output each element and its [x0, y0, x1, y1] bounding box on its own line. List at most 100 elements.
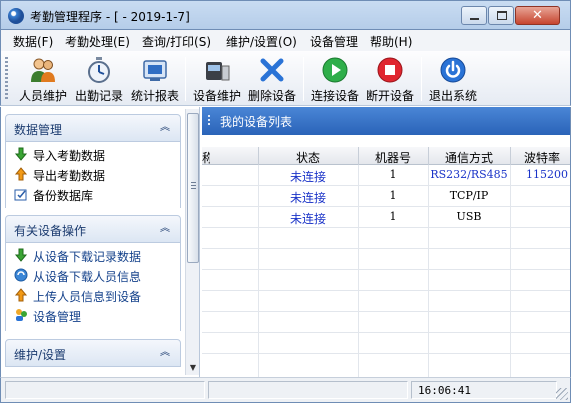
arrow-up-orange-icon	[14, 167, 28, 181]
title-bar[interactable]: 考勤管理程序 - [ - 2019-1-7] ✕	[0, 0, 571, 30]
task-label: 导入考勤数据	[33, 149, 106, 163]
status-panel-left	[5, 381, 205, 399]
toolbar-separator	[421, 57, 422, 101]
close-icon: ✕	[532, 8, 543, 23]
close-button[interactable]: ✕	[515, 6, 560, 25]
arrow-down-green-icon	[14, 248, 28, 262]
arrow-up-orange-icon	[14, 288, 28, 302]
toolbar-grip[interactable]	[5, 57, 8, 101]
people-icon	[31, 58, 55, 82]
report-icon	[143, 60, 167, 81]
exit-system-button[interactable]: 退出系统	[425, 53, 481, 104]
app-icon	[8, 8, 24, 24]
status-clock: 16:06:41	[418, 384, 471, 397]
scroll-down-icon[interactable]: ▼	[188, 363, 198, 373]
column-header-name[interactable]: 称	[202, 149, 210, 166]
attendance-record-button[interactable]: 出勤记录	[71, 53, 127, 104]
task-label: 备份数据库	[33, 189, 94, 203]
table-row[interactable]: 未连接 1 RS232/RS485 115200	[202, 165, 570, 186]
device-icon	[206, 62, 230, 81]
delete-device-button[interactable]: 删除设备	[244, 53, 300, 104]
users-icon	[16, 309, 27, 321]
task-panel: 数据管理 ︽ 导入考勤数据 导出考勤数据 备份数据库 有关设备操作 ︽ 从设备下…	[0, 107, 200, 377]
menu-query-print[interactable]: 查询/打印(S)	[142, 33, 211, 50]
section-header-data-management[interactable]: 数据管理 ︽	[5, 114, 181, 142]
toolbar-separator	[185, 57, 186, 101]
scrollbar-grip	[191, 182, 196, 191]
cell-machine-no: 1	[389, 210, 397, 223]
disconnect-device-label: 断开设备	[365, 89, 414, 103]
table-row-empty	[202, 249, 570, 270]
connect-device-label: 连接设备	[310, 89, 359, 103]
status-bar: 16:06:41	[0, 377, 571, 403]
menu-device[interactable]: 设备管理	[310, 33, 358, 50]
section-body-data-management: 导入考勤数据 导出考勤数据 备份数据库	[5, 142, 181, 208]
staff-maintenance-label: 人员维护	[18, 89, 67, 103]
delete-x-icon	[260, 58, 284, 82]
task-label: 设备管理	[33, 310, 82, 324]
delete-device-label: 删除设备	[247, 89, 296, 103]
stopwatch-icon	[88, 57, 110, 83]
cell-status: 未连接	[289, 191, 326, 205]
toolbar-separator	[303, 57, 304, 101]
cell-comm: RS232/RS485	[430, 168, 508, 181]
maximize-button[interactable]	[488, 6, 514, 25]
window-title: 考勤管理程序 - [ - 2019-1-7]	[30, 10, 190, 24]
cell-machine-no: 1	[389, 168, 397, 181]
panel-title: 我的设备列表	[220, 115, 293, 129]
connect-play-icon	[322, 57, 348, 83]
status-panel-time: 16:06:41	[411, 381, 557, 399]
device-maintenance-button[interactable]: 设备维护	[189, 53, 245, 104]
minimize-icon	[470, 18, 479, 20]
column-header-status[interactable]: 状态	[258, 149, 358, 166]
menu-maintenance[interactable]: 维护/设置(O)	[226, 33, 297, 50]
column-header-baud[interactable]: 波特率	[510, 149, 570, 166]
minimize-button[interactable]	[461, 6, 487, 25]
cell-status: 未连接	[289, 170, 326, 184]
device-list-panel: 我的设备列表 称 状态 机器号 通信方式 波特率 未连接 1 RS232/RS4…	[202, 107, 571, 377]
column-header-machine-no[interactable]: 机器号	[358, 149, 428, 166]
table-row-empty	[202, 291, 570, 312]
staff-maintenance-button[interactable]: 人员维护	[15, 53, 71, 104]
table-row-empty	[202, 333, 570, 354]
table-row-empty	[202, 270, 570, 291]
statistics-report-label: 统计报表	[130, 89, 179, 103]
connect-device-button[interactable]: 连接设备	[307, 53, 363, 104]
toolbar: 人员维护 出勤记录 统计报表 设备维护 删除设备 连接设备 断开设备 退出系统	[0, 51, 571, 106]
device-table: 称 状态 机器号 通信方式 波特率 未连接 1 RS232/RS485 1152…	[202, 147, 570, 377]
disconnect-device-button[interactable]: 断开设备	[362, 53, 418, 104]
backup-icon	[14, 189, 27, 201]
menu-help[interactable]: 帮助(H)	[370, 33, 412, 50]
section-header-device-operations[interactable]: 有关设备操作 ︽	[5, 215, 181, 243]
table-row[interactable]: 未连接 1 USB	[202, 207, 570, 228]
cell-status: 未连接	[289, 212, 326, 226]
cell-comm: TCP/IP	[449, 189, 489, 202]
task-label: 导出考勤数据	[33, 169, 106, 183]
section-header-maintenance-settings[interactable]: 维护/设置 ︽	[5, 339, 181, 367]
exit-system-label: 退出系统	[428, 89, 477, 103]
sidebar-scrollbar[interactable]: ▼	[185, 109, 199, 375]
device-maintenance-label: 设备维护	[192, 89, 241, 103]
collapse-icon[interactable]: ︽	[158, 346, 172, 360]
table-row-empty	[202, 228, 570, 249]
scrollbar-thumb[interactable]	[187, 113, 199, 263]
statistics-report-button[interactable]: 统计报表	[127, 53, 183, 104]
menu-attendance[interactable]: 考勤处理(E)	[65, 33, 130, 50]
panel-grip	[208, 115, 210, 127]
sync-icon	[14, 268, 28, 282]
resize-grip[interactable]	[556, 388, 568, 400]
cell-baud: 115200	[526, 168, 568, 181]
column-header-comm[interactable]: 通信方式	[428, 149, 510, 166]
table-header: 称 状态 机器号 通信方式 波特率	[202, 147, 570, 166]
table-row-empty	[202, 312, 570, 333]
collapse-icon[interactable]: ︽	[158, 121, 172, 135]
disconnect-stop-icon	[377, 57, 403, 83]
collapse-icon[interactable]: ︽	[158, 222, 172, 236]
table-row[interactable]: 未连接 1 TCP/IP	[202, 186, 570, 207]
section-body-device-operations: 从设备下载记录数据 从设备下载人员信息 上传人员信息到设备 设备管理	[5, 243, 181, 331]
task-label: 从设备下载记录数据	[33, 250, 142, 264]
section-title: 有关设备操作	[14, 224, 87, 238]
menu-data[interactable]: 数据(F)	[13, 33, 53, 50]
power-icon	[440, 57, 466, 83]
arrow-down-green-icon	[14, 147, 28, 161]
